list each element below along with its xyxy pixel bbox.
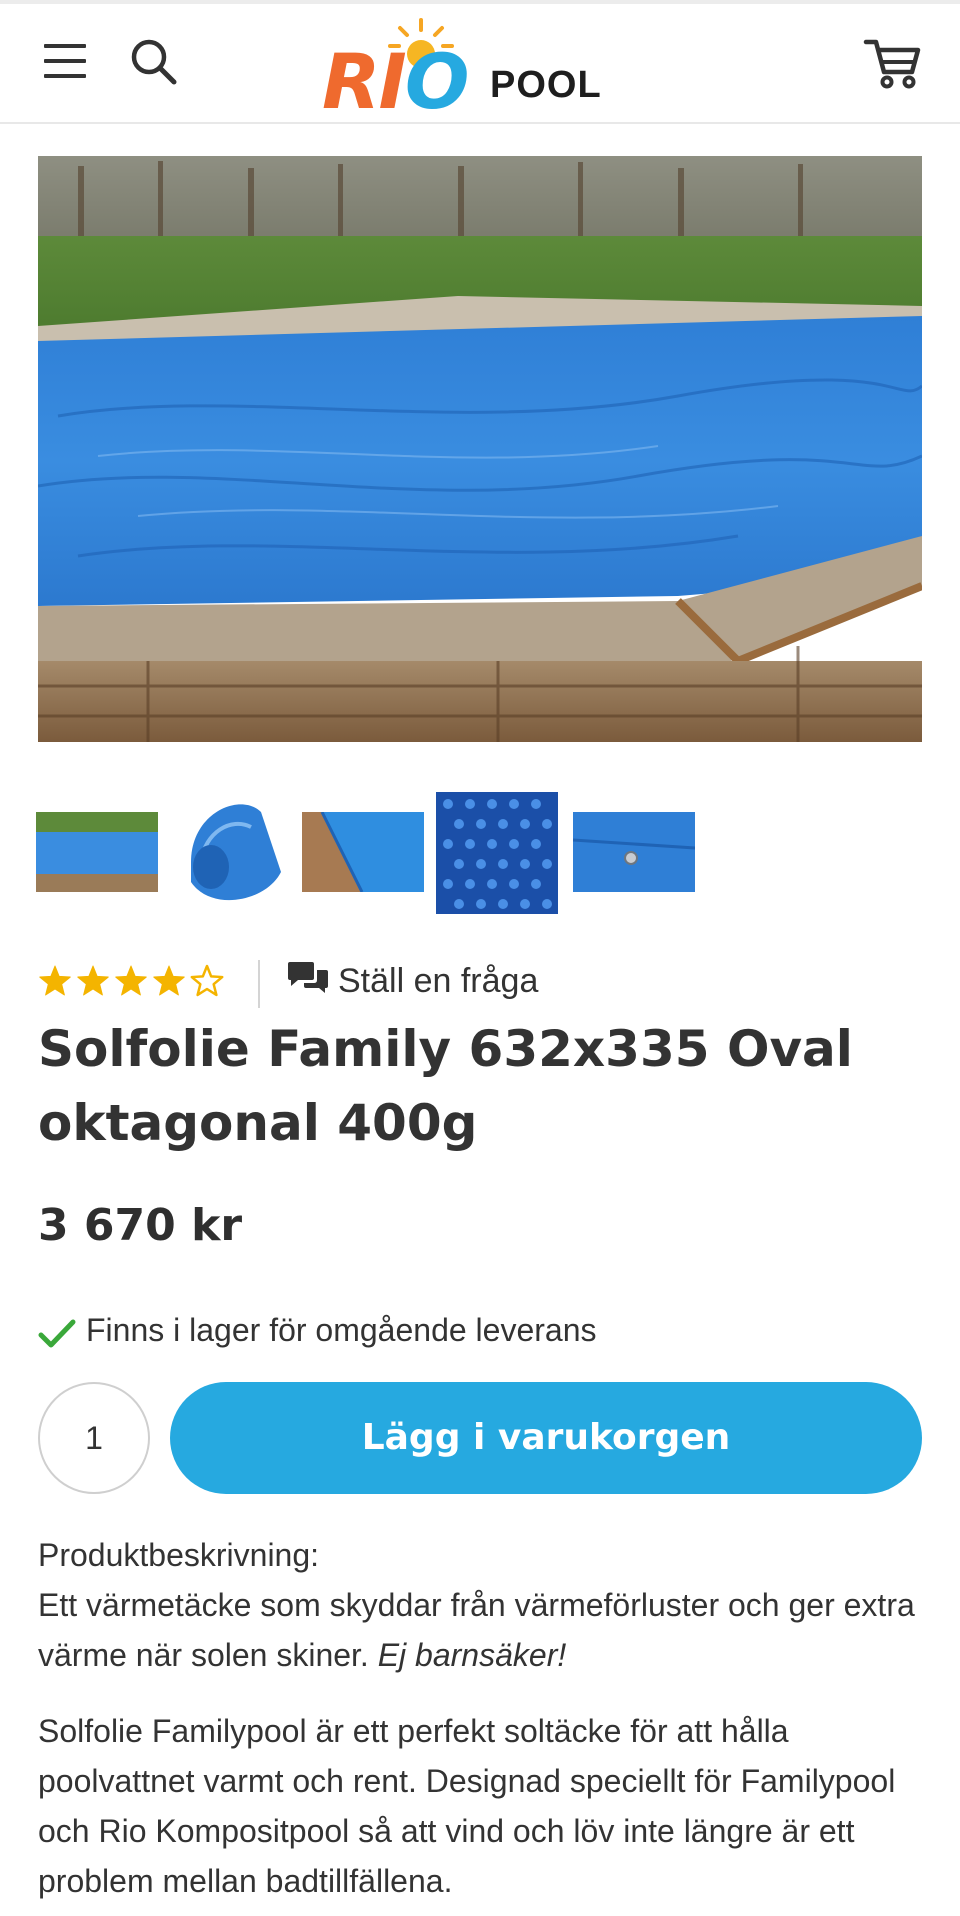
thumbnail-bubble-texture[interactable] bbox=[436, 792, 558, 914]
divider bbox=[258, 960, 260, 1008]
product-price: 3 670 kr bbox=[38, 1200, 243, 1251]
star-rating[interactable] bbox=[38, 962, 228, 1002]
description-paragraph-2: Solfolie Familypool är ett perfekt soltä… bbox=[38, 1713, 896, 1899]
add-to-cart-button[interactable]: Lägg i varukorgen bbox=[170, 1382, 922, 1494]
description-paragraph-1: Ett värmetäcke som skyddar från värmeför… bbox=[38, 1580, 922, 1680]
ask-question-label: Ställ en fråga bbox=[338, 962, 539, 1000]
rio-pool-logo[interactable]: RIO POOL bbox=[322, 14, 642, 126]
description-heading: Produktbeskrivning: bbox=[38, 1537, 320, 1573]
description-warning: Ej barnsäker! bbox=[377, 1637, 567, 1673]
checkmark-icon bbox=[38, 1319, 76, 1348]
site-header: RIO POOL bbox=[0, 4, 960, 124]
product-title: Solfolie Family 632x335 Oval oktagonal 4… bbox=[38, 1020, 853, 1152]
search-icon[interactable] bbox=[128, 36, 180, 88]
logo-rio-text: RIO bbox=[322, 37, 469, 126]
star-filled-icon bbox=[39, 965, 71, 996]
stock-status: Finns i lager för omgående leverans bbox=[38, 1312, 918, 1354]
star-filled-icon bbox=[115, 965, 147, 996]
thumbnail-cover-edge[interactable] bbox=[302, 812, 424, 892]
rating-row: Ställ en fråga bbox=[38, 958, 918, 1008]
thumbnail-rolled-cover[interactable] bbox=[171, 792, 289, 912]
star-filled-icon bbox=[153, 965, 185, 996]
chat-bubbles-icon bbox=[288, 962, 328, 993]
quantity-input[interactable]: 1 bbox=[38, 1382, 150, 1494]
stock-status-text: Finns i lager för omgående leverans bbox=[86, 1312, 597, 1348]
thumbnail-strip bbox=[36, 792, 736, 916]
thumbnail-pool-cover[interactable] bbox=[36, 812, 158, 892]
cart-icon[interactable] bbox=[862, 34, 924, 92]
product-main-image[interactable] bbox=[38, 156, 922, 742]
hamburger-menu-icon[interactable] bbox=[42, 38, 88, 84]
thumbnail-eyelet-detail[interactable] bbox=[573, 812, 695, 892]
star-filled-icon bbox=[77, 965, 109, 996]
product-description: Produktbeskrivning: Ett värmetäcke som s… bbox=[38, 1530, 922, 1906]
star-empty-icon bbox=[190, 964, 224, 997]
logo-pool-text: POOL bbox=[490, 64, 602, 106]
